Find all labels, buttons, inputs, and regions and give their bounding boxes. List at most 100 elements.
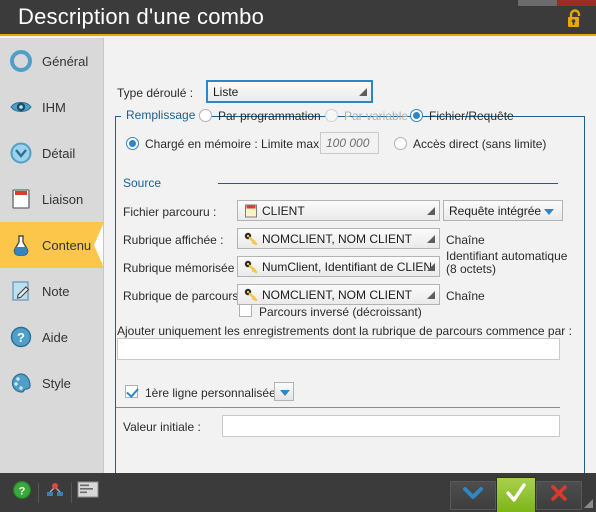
code-window-button[interactable] <box>72 479 104 506</box>
dropdown-button[interactable] <box>450 481 496 510</box>
sidebar-item-contenu[interactable]: Contenu <box>0 222 104 268</box>
rubrique-affichee-value: NOMCLIENT, NOM CLIENT <box>262 231 413 246</box>
acces-direct-label: Accès direct (sans limite) <box>413 137 547 151</box>
fichier-parcouru-value: CLIENT <box>262 203 305 218</box>
palette-icon <box>8 370 34 396</box>
radio-par-programmation-label: Par programmation <box>218 109 321 123</box>
combo-arrow-icon <box>427 234 435 243</box>
first-line-checkbox[interactable] <box>125 385 138 398</box>
rubrique-memorisee-value: NumClient, Identifiant de CLIEN <box>262 259 433 274</box>
sidebar-item-aide[interactable]: ? Aide <box>0 314 103 360</box>
sidebar-item-label: Style <box>42 375 71 391</box>
card-icon <box>8 186 34 212</box>
cancel-button[interactable] <box>536 481 582 510</box>
chevron-down-icon <box>544 208 554 215</box>
radio-par-variable <box>325 109 338 122</box>
combo-arrow-icon <box>359 87 367 96</box>
flask-icon <box>8 232 34 258</box>
limite-max-input[interactable]: 100 000 <box>320 132 379 154</box>
fichier-parcouru-combo[interactable]: CLIENT <box>237 200 440 221</box>
unlocked-padlock-icon[interactable] <box>564 8 586 30</box>
fichier-parcouru-label: Fichier parcouru : <box>123 205 217 219</box>
code-window-icon <box>77 481 99 504</box>
requete-integree-value: Requête intégrée <box>449 203 542 218</box>
rubrique-parcours-value: NOMCLIENT, NOM CLIENT <box>262 287 413 302</box>
rubrique-affichee-type: Chaîne <box>446 233 485 247</box>
close-strip[interactable] <box>557 0 596 6</box>
first-line-label: 1ère ligne personnalisée <box>145 386 276 400</box>
key-icon <box>243 259 258 274</box>
radio-par-variable-label: Par variable <box>344 109 409 123</box>
combo-arrow-icon <box>427 262 435 271</box>
parcours-inverse-checkbox[interactable] <box>239 304 252 317</box>
svg-text:?: ? <box>19 486 26 498</box>
radio-charge-en-memoire[interactable] <box>126 137 139 150</box>
key-icon <box>243 231 258 246</box>
cross-icon <box>549 483 569 508</box>
clock-icon <box>8 140 34 166</box>
title-bar: Description d'une combo <box>0 0 596 36</box>
sidebar-item-style[interactable]: Style <box>0 360 103 406</box>
charge-en-memoire-label: Chargé en mémoire : Limite max : <box>145 137 326 151</box>
help-button[interactable]: ? <box>6 479 38 506</box>
source-separator <box>218 183 558 184</box>
rubrique-parcours-label: Rubrique de parcours : <box>123 289 246 303</box>
source-legend: Source <box>123 176 162 190</box>
window-controls <box>518 0 596 6</box>
minimize-strip[interactable] <box>518 0 557 6</box>
rubrique-affichee-label: Rubrique affichée : <box>123 233 224 247</box>
sidebar-item-detail[interactable]: Détail <box>0 130 103 176</box>
sidebar-item-general[interactable]: Général <box>0 38 103 84</box>
type-deroule-label: Type déroulé : <box>117 86 194 100</box>
radio-fichier-requete-label: Fichier/Requête <box>429 109 514 123</box>
sidebar-item-label: Général <box>42 53 89 69</box>
toolbar-left-group: ? <box>6 479 104 506</box>
dialog-window: Description d'une combo Général IHM Déta… <box>0 0 596 512</box>
sidebar-item-label: Contenu <box>42 237 92 253</box>
valeur-initiale-input[interactable] <box>222 415 560 437</box>
radio-fichier-requete[interactable] <box>410 109 423 122</box>
first-line-separator <box>116 407 560 408</box>
rubrique-parcours-combo[interactable]: NOMCLIENT, NOM CLIENT <box>237 284 440 305</box>
rubrique-memorisee-type: Identifiant automatique (8 octets) <box>446 249 568 276</box>
content-panel: Type déroulé : Liste Remplissage : Par p… <box>103 38 596 498</box>
combo-arrow-icon <box>427 290 435 299</box>
check-icon <box>504 481 528 510</box>
question-icon: ? <box>8 324 34 350</box>
rubrique-memorisee-label: Rubrique mémorisée : <box>123 261 242 275</box>
sidebar-item-label: Liaison <box>42 191 84 207</box>
hierarchy-button[interactable] <box>39 479 71 506</box>
resize-grip-icon[interactable] <box>584 499 593 508</box>
sidebar-item-label: Détail <box>42 145 76 161</box>
sidebar-item-label: Aide <box>42 329 69 345</box>
sidebar-item-note[interactable]: Note <box>0 268 103 314</box>
validate-button[interactable] <box>496 477 536 512</box>
note-icon <box>8 278 34 304</box>
rubrique-affichee-combo[interactable]: NOMCLIENT, NOM CLIENT <box>237 228 440 249</box>
chevron-down-icon <box>461 485 485 506</box>
sidebar-item-label: Note <box>42 283 70 299</box>
type-deroule-value: Liste <box>213 84 239 99</box>
rubrique-memorisee-combo[interactable]: NumClient, Identifiant de CLIEN <box>237 256 440 277</box>
eye-icon <box>8 94 34 120</box>
sidebar-item-ihm[interactable]: IHM <box>0 84 103 130</box>
radio-par-programmation[interactable] <box>199 109 212 122</box>
type-deroule-combo[interactable]: Liste <box>206 80 373 103</box>
key-icon <box>243 287 258 302</box>
sidebar-item-liaison[interactable]: Liaison <box>0 176 103 222</box>
remplissage-legend: Remplissage : <box>121 108 208 122</box>
requete-integree-combo[interactable]: Requête intégrée <box>443 200 563 221</box>
help-question-icon: ? <box>12 480 32 505</box>
radio-acces-direct[interactable] <box>394 137 407 150</box>
svg-text:?: ? <box>17 330 25 345</box>
sidebar-item-label: IHM <box>42 99 66 115</box>
filter-label: Ajouter uniquement les enregistrements d… <box>117 324 572 338</box>
file-icon <box>243 203 258 218</box>
filter-input[interactable] <box>117 338 560 360</box>
combo-arrow-icon <box>427 206 435 215</box>
sidebar: Général IHM Détail Liaison Contenu Note … <box>0 38 104 473</box>
first-line-dropdown-button[interactable] <box>274 382 294 401</box>
bottom-toolbar: ? <box>0 473 596 512</box>
rubrique-parcours-type: Chaîne <box>446 289 485 303</box>
page-title: Description d'une combo <box>18 4 265 29</box>
